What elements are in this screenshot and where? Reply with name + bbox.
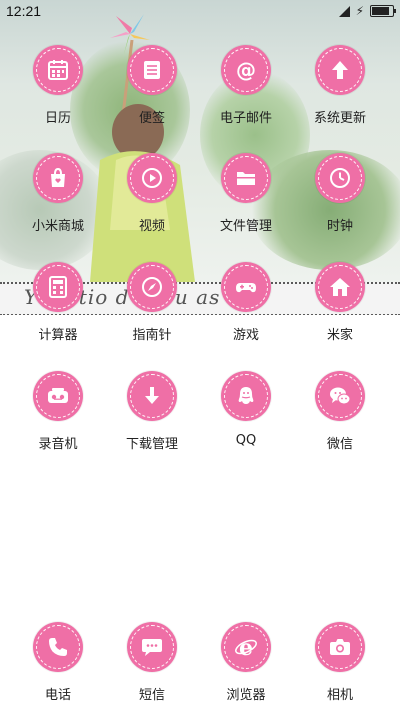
compass-icon [127,262,177,312]
app-video[interactable]: 视频 [107,153,197,239]
qq-icon [221,371,271,421]
app-label: 指南针 [132,328,172,343]
shopping-bag-icon-glyph [51,167,65,187]
app-notes[interactable]: 便签 [107,45,197,131]
phone-icon-glyph [49,638,67,656]
app-label: 电话 [44,688,71,703]
calculator-icon [33,262,83,312]
charging-icon: ⚡ [355,4,364,18]
clock-icon [315,153,365,203]
update-icon-glyph [332,61,348,79]
calculator-icon-glyph [49,276,67,298]
home-icon-glyph [330,278,350,296]
folder-icon-glyph [237,172,255,185]
app-label: 小米商城 [31,219,84,234]
app-update[interactable]: 系统更新 [295,45,385,131]
dock-message[interactable]: 短信 [107,622,197,708]
svg-text:e: e [239,635,253,659]
app-label: 短信 [138,688,165,703]
dock-phone[interactable]: 电话 [13,622,103,708]
notes-icon [127,45,177,95]
gamepad-icon-glyph [236,283,256,293]
app-label: 视频 [138,219,165,234]
camera-icon [315,622,365,672]
app-shopping-bag[interactable]: 小米商城 [13,153,103,239]
camera-icon-glyph [330,639,350,655]
app-label: 浏览器 [226,688,266,703]
calendar-icon [33,45,83,95]
app-label: 下载管理 [125,437,178,452]
message-icon-glyph [142,639,162,656]
phone-icon [33,622,83,672]
status-time: 12:21 [6,3,42,19]
email-icon-glyph: @ [236,58,256,82]
svg-text:@: @ [236,58,256,82]
app-label: 便签 [138,111,165,126]
app-label: 日历 [44,111,71,126]
calendar-icon-glyph [48,60,68,80]
home-icon [315,262,365,312]
qq-icon-glyph [238,387,254,404]
update-icon [315,45,365,95]
app-label: 系统更新 [313,111,366,126]
app-recorder[interactable]: 录音机 [13,371,103,457]
message-icon [127,622,177,672]
recorder-icon [33,371,83,421]
video-icon [127,153,177,203]
app-folder[interactable]: 文件管理 [201,153,291,239]
app-compass[interactable]: 指南针 [107,262,197,348]
app-label: 文件管理 [219,219,272,234]
compass-icon-glyph [142,277,162,297]
browser-icon-glyph: e [235,635,257,659]
app-label: 游戏 [232,328,259,343]
app-email[interactable]: @ 电子邮件 [201,45,291,131]
app-wechat[interactable]: 微信 [295,371,385,457]
recorder-icon-glyph [48,388,68,403]
app-calculator[interactable]: 计算器 [13,262,103,348]
wechat-icon [315,371,365,421]
shopping-bag-icon [33,153,83,203]
app-label: 录音机 [38,437,78,452]
app-calendar[interactable]: 日历 [13,45,103,131]
download-icon-glyph [145,387,159,404]
app-label: 相机 [326,688,353,703]
app-clock[interactable]: 时钟 [295,153,385,239]
signal-icon [338,5,350,17]
app-download[interactable]: 下载管理 [107,371,197,457]
notes-icon-glyph [144,61,160,79]
wallpaper-photo [0,0,400,282]
app-label: 微信 [326,437,353,452]
battery-icon [370,5,396,17]
gamepad-icon [221,262,271,312]
email-icon: @ [221,45,271,95]
app-gamepad[interactable]: 游戏 [201,262,291,348]
browser-icon: e [221,622,271,672]
app-label: 计算器 [38,328,78,343]
download-icon [127,371,177,421]
dock-browser[interactable]: e 浏览器 [201,622,291,708]
wechat-icon-glyph [330,387,351,405]
app-label: QQ [235,433,257,448]
status-bar: 12:21 ⚡ [0,0,400,24]
folder-icon [221,153,271,203]
video-icon-glyph [142,168,162,188]
app-qq[interactable]: QQ [201,371,291,457]
wallpaper-figure [90,14,195,282]
app-label: 米家 [326,328,353,343]
app-label: 时钟 [326,219,353,234]
clock-icon-glyph [330,168,350,188]
app-label: 电子邮件 [219,111,272,126]
dock-camera[interactable]: 相机 [295,622,385,708]
app-home[interactable]: 米家 [295,262,385,348]
